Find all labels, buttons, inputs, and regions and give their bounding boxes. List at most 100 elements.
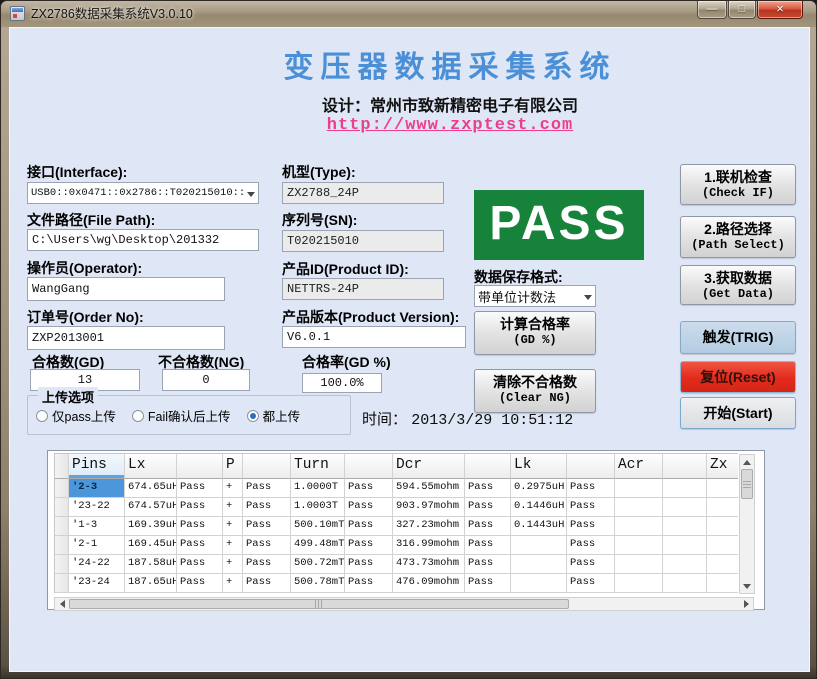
minimize-button[interactable]: — bbox=[697, 1, 727, 19]
table-cell[interactable] bbox=[707, 498, 738, 517]
column-header-lk[interactable]: Lk bbox=[511, 454, 567, 479]
table-cell[interactable] bbox=[511, 555, 567, 574]
table-cell[interactable]: Pass bbox=[177, 498, 223, 517]
table-cell[interactable]: + bbox=[223, 536, 243, 555]
table-cell[interactable]: 0.1446uH bbox=[511, 498, 567, 517]
table-cell[interactable]: Pass bbox=[567, 555, 615, 574]
table-cell[interactable]: Pass bbox=[465, 479, 511, 498]
table-cell[interactable]: Pass bbox=[345, 555, 393, 574]
table-cell[interactable]: '24-22 bbox=[69, 555, 125, 574]
title-bar[interactable]: ZX2786数据采集系统V3.0.10 — □ × bbox=[1, 1, 816, 27]
column-header-blank[interactable] bbox=[55, 454, 69, 479]
table-cell[interactable]: Pass bbox=[465, 536, 511, 555]
column-header-blank[interactable] bbox=[663, 454, 707, 479]
ng-count-input[interactable] bbox=[162, 369, 250, 391]
table-cell[interactable]: Pass bbox=[465, 517, 511, 536]
sn-field[interactable] bbox=[282, 230, 444, 252]
radio-upload-all-dot[interactable] bbox=[247, 410, 259, 422]
scroll-up-icon[interactable] bbox=[740, 455, 754, 469]
table-cell[interactable] bbox=[615, 498, 663, 517]
website-link[interactable]: http://www.zxptest.com bbox=[262, 116, 638, 135]
save-format-combobox[interactable]: 带单位计数法 bbox=[474, 285, 596, 307]
scroll-right-icon[interactable] bbox=[739, 598, 753, 610]
column-header-blank[interactable] bbox=[465, 454, 511, 479]
table-cell[interactable]: Pass bbox=[243, 517, 291, 536]
table-cell[interactable]: Pass bbox=[177, 517, 223, 536]
column-header-turn[interactable]: Turn bbox=[291, 454, 345, 479]
table-cell[interactable] bbox=[707, 517, 738, 536]
path-select-button[interactable]: 2.路径选择 (Path Select) bbox=[680, 216, 796, 258]
table-cell[interactable] bbox=[663, 517, 707, 536]
table-cell[interactable]: Pass bbox=[243, 555, 291, 574]
row-header[interactable] bbox=[55, 555, 69, 574]
table-cell[interactable]: 500.78mT bbox=[291, 574, 345, 593]
order-no-input[interactable] bbox=[27, 326, 225, 350]
table-cell[interactable] bbox=[707, 479, 738, 498]
table-cell[interactable]: 476.09mohm bbox=[393, 574, 465, 593]
column-header-dcr[interactable]: Dcr bbox=[393, 454, 465, 479]
table-cell[interactable]: + bbox=[223, 479, 243, 498]
table-cell[interactable]: Pass bbox=[177, 555, 223, 574]
horizontal-scroll-thumb[interactable] bbox=[69, 599, 569, 609]
reset-button[interactable]: 复位(Reset) bbox=[680, 361, 796, 393]
table-cell[interactable]: + bbox=[223, 555, 243, 574]
table-cell[interactable] bbox=[615, 555, 663, 574]
table-cell[interactable]: '23-24 bbox=[69, 574, 125, 593]
radio-fail-confirm[interactable]: Fail确认后上传 bbox=[132, 406, 231, 425]
table-cell[interactable]: Pass bbox=[345, 574, 393, 593]
radio-pass-only[interactable]: 仅pass上传 bbox=[36, 406, 116, 425]
file-path-input[interactable] bbox=[27, 229, 259, 251]
table-cell[interactable]: '2-3 bbox=[69, 479, 125, 498]
table-cell[interactable]: Pass bbox=[177, 574, 223, 593]
table-cell[interactable] bbox=[511, 574, 567, 593]
interface-combobox[interactable]: USB0::0x0471::0x2786::T020215010::; bbox=[27, 182, 259, 204]
table-cell[interactable]: Pass bbox=[567, 517, 615, 536]
radio-fail-confirm-dot[interactable] bbox=[132, 410, 144, 422]
table-cell[interactable]: + bbox=[223, 574, 243, 593]
table-cell[interactable] bbox=[707, 574, 738, 593]
table-cell[interactable]: 0.1443uH bbox=[511, 517, 567, 536]
scroll-left-icon[interactable] bbox=[55, 598, 69, 610]
table-cell[interactable]: Pass bbox=[465, 555, 511, 574]
column-header-p[interactable]: P bbox=[223, 454, 243, 479]
table-cell[interactable] bbox=[707, 555, 738, 574]
table-cell[interactable] bbox=[663, 574, 707, 593]
chevron-down-icon[interactable] bbox=[581, 287, 595, 305]
gd-rate-input[interactable] bbox=[302, 373, 382, 393]
radio-pass-only-dot[interactable] bbox=[36, 410, 48, 422]
vertical-scroll-thumb[interactable] bbox=[741, 469, 753, 499]
type-field[interactable] bbox=[282, 182, 444, 204]
table-cell[interactable]: '1-3 bbox=[69, 517, 125, 536]
table-cell[interactable]: '23-22 bbox=[69, 498, 125, 517]
table-cell[interactable]: 0.2975uH bbox=[511, 479, 567, 498]
table-cell[interactable]: 473.73mohm bbox=[393, 555, 465, 574]
table-cell[interactable]: Pass bbox=[345, 498, 393, 517]
table-cell[interactable]: '2-1 bbox=[69, 536, 125, 555]
table-cell[interactable]: 500.72mT bbox=[291, 555, 345, 574]
get-data-button[interactable]: 3.获取数据 (Get Data) bbox=[680, 265, 796, 305]
table-cell[interactable]: 169.45uH bbox=[125, 536, 177, 555]
product-version-field[interactable] bbox=[282, 326, 466, 348]
table-cell[interactable]: Pass bbox=[243, 536, 291, 555]
chevron-down-icon[interactable] bbox=[244, 184, 258, 202]
table-cell[interactable]: Pass bbox=[567, 498, 615, 517]
table-cell[interactable]: Pass bbox=[465, 574, 511, 593]
horizontal-scrollbar[interactable] bbox=[54, 597, 754, 611]
row-header[interactable] bbox=[55, 574, 69, 593]
close-button[interactable]: × bbox=[757, 1, 803, 19]
table-cell[interactable]: Pass bbox=[243, 479, 291, 498]
row-header[interactable] bbox=[55, 536, 69, 555]
table-cell[interactable] bbox=[511, 536, 567, 555]
column-header-blank[interactable] bbox=[345, 454, 393, 479]
table-cell[interactable] bbox=[663, 536, 707, 555]
table-cell[interactable]: Pass bbox=[177, 536, 223, 555]
operator-input[interactable] bbox=[27, 277, 225, 301]
vertical-scrollbar[interactable] bbox=[739, 454, 755, 594]
row-header[interactable] bbox=[55, 517, 69, 536]
table-cell[interactable]: 316.99mohm bbox=[393, 536, 465, 555]
column-header-lx[interactable]: Lx bbox=[125, 454, 177, 479]
table-cell[interactable]: 327.23mohm bbox=[393, 517, 465, 536]
table-cell[interactable]: 903.97mohm bbox=[393, 498, 465, 517]
column-header-blank[interactable] bbox=[177, 454, 223, 479]
table-cell[interactable]: 674.65uH bbox=[125, 479, 177, 498]
